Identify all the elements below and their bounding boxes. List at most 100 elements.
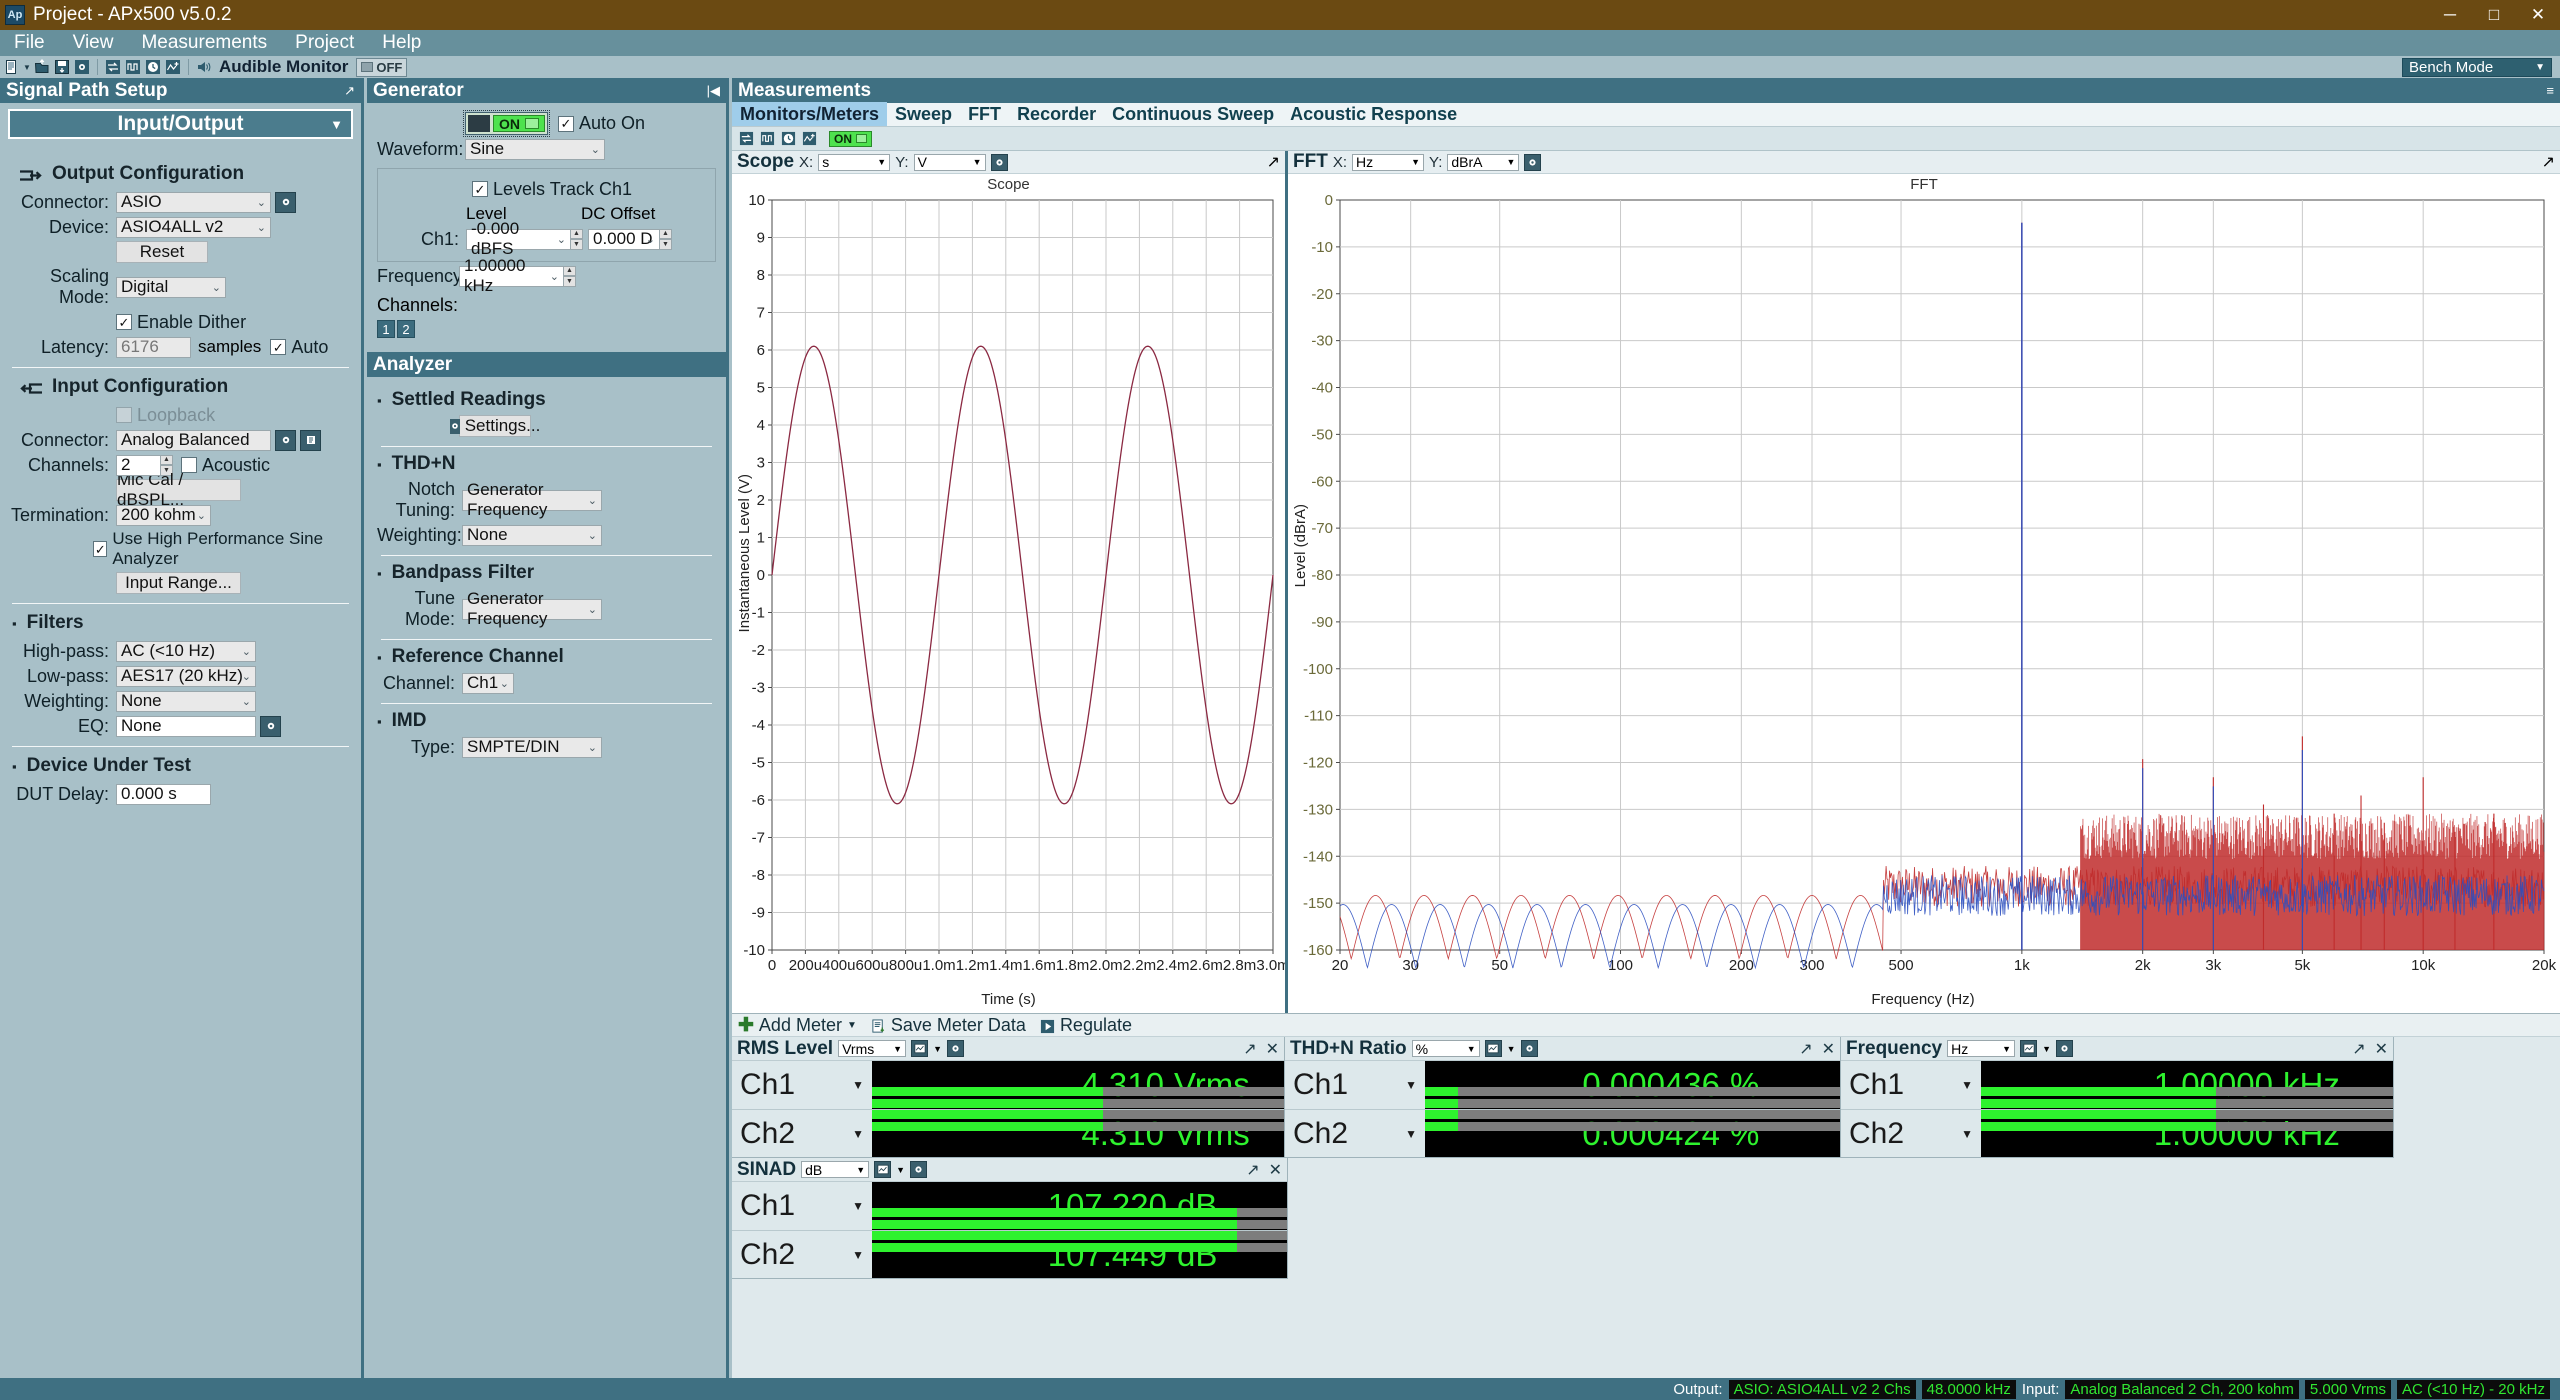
generator-channel-2-button[interactable]: 2	[397, 320, 415, 338]
scope-x-unit-select[interactable]: s ▼	[818, 153, 891, 171]
meter-channel-selector[interactable]: Ch2 ▼	[1841, 1110, 1981, 1157]
meter-settings-gear-icon[interactable]	[2056, 1040, 2074, 1057]
meter-unit-select[interactable]: % ▼	[1411, 1040, 1480, 1057]
meter-unit-select[interactable]: Hz ▼	[1947, 1040, 2016, 1057]
waveform-icon[interactable]	[124, 58, 142, 76]
meter-channel-selector[interactable]: Ch1 ▼	[1285, 1061, 1425, 1109]
frequency-input[interactable]: 1.00000 kHz ⌄	[459, 256, 564, 295]
tab-acoustic-response[interactable]: Acoustic Response	[1282, 102, 1465, 126]
meter-unit-select[interactable]: dB ▼	[801, 1161, 870, 1178]
menu-help[interactable]: Help	[368, 30, 435, 56]
tab-recorder[interactable]: Recorder	[1009, 102, 1104, 126]
meter-graph-icon[interactable]	[2020, 1040, 2038, 1057]
audible-monitor-toggle[interactable]: OFF	[356, 57, 408, 77]
latency-input[interactable]: 6176	[116, 336, 191, 358]
clock-icon[interactable]	[779, 130, 797, 148]
menu-file[interactable]: File	[0, 30, 59, 56]
meter-graph-icon[interactable]	[1484, 1040, 1502, 1057]
output-connector-config-icon[interactable]	[275, 191, 296, 213]
levels-track-checkbox[interactable]: ✓ Levels Track Ch1	[472, 179, 632, 200]
scope-y-unit-select[interactable]: V ▼	[913, 153, 986, 171]
meter-close-icon[interactable]: ✕	[1822, 1039, 1835, 1059]
popout-icon[interactable]: ↗	[344, 83, 355, 99]
menu-view[interactable]: View	[59, 30, 128, 56]
signal-path-icon[interactable]	[737, 130, 755, 148]
termination-select[interactable]: 200 kohm ⌄	[116, 504, 211, 526]
tab-continuous-sweep[interactable]: Continuous Sweep	[1104, 102, 1282, 126]
stepper-up-icon[interactable]: ▲	[659, 228, 672, 239]
scaling-mode-select[interactable]: Digital ⌄	[116, 276, 226, 298]
lowpass-select[interactable]: AES17 (20 kHz) ⌄	[116, 665, 256, 687]
speaker-icon[interactable]	[195, 58, 213, 76]
meter-popout-icon[interactable]: ↗	[2352, 1039, 2365, 1059]
latency-auto-checkbox[interactable]: ✓ Auto	[270, 337, 328, 358]
meter-close-icon[interactable]: ✕	[1266, 1039, 1279, 1059]
stepper-down-icon[interactable]: ▼	[659, 239, 672, 250]
tab-monitors-meters[interactable]: Monitors/Meters	[732, 102, 888, 126]
thdn-weighting-select[interactable]: None ⌄	[462, 524, 602, 546]
stepper-up-icon[interactable]: ▲	[563, 265, 576, 276]
maximize-icon[interactable]: □	[2472, 0, 2516, 30]
meter-graph-icon[interactable]	[911, 1040, 929, 1057]
generator-channel-1-button[interactable]: 1	[377, 320, 395, 338]
meter-channel-selector[interactable]: Ch1 ▼	[732, 1182, 872, 1230]
meter-popout-icon[interactable]: ↗	[1243, 1039, 1256, 1059]
signal-monitor-icon[interactable]	[164, 58, 182, 76]
menu-project[interactable]: Project	[281, 30, 368, 56]
mic-cal-button[interactable]: Mic Cal / dBSPL...	[116, 470, 241, 509]
tab-fft[interactable]: FFT	[960, 102, 1009, 126]
frequency-stepper[interactable]: ▲ ▼	[563, 265, 576, 287]
meter-channel-selector[interactable]: Ch2 ▼	[732, 1231, 872, 1278]
regulate-button[interactable]: Regulate	[1040, 1015, 1132, 1036]
eq-field[interactable]: None	[116, 715, 256, 737]
meter-settings-gear-icon[interactable]	[910, 1161, 928, 1178]
meter-close-icon[interactable]: ✕	[2375, 1039, 2388, 1059]
ch1-level-input[interactable]: -0.000 dBFS ⌄	[466, 219, 571, 258]
bench-mode-selector[interactable]: Bench Mode ▼	[2402, 58, 2552, 77]
stepper-up-icon[interactable]: ▲	[160, 454, 173, 465]
scope-settings-gear-icon[interactable]	[990, 153, 1008, 171]
eq-config-gear-icon[interactable]	[260, 715, 281, 737]
input-connector-extra-icon[interactable]	[300, 429, 321, 451]
meter-unit-select[interactable]: Vrms ▼	[838, 1040, 907, 1057]
input-connector-select[interactable]: Analog Balanced	[116, 429, 271, 451]
meter-channel-selector[interactable]: Ch1 ▼	[732, 1061, 872, 1109]
imd-type-select[interactable]: SMPTE/DIN ⌄	[462, 736, 602, 758]
meter-settings-gear-icon[interactable]	[947, 1040, 965, 1057]
meter-close-icon[interactable]: ✕	[1269, 1160, 1282, 1180]
fft-y-unit-select[interactable]: dBrA ▼	[1447, 153, 1520, 171]
meter-channel-selector[interactable]: Ch2 ▼	[732, 1110, 872, 1157]
output-connector-select[interactable]: ASIO ⌄	[116, 191, 271, 213]
filter-weighting-select[interactable]: None ⌄	[116, 690, 256, 712]
meter-popout-icon[interactable]: ↗	[1799, 1039, 1812, 1059]
fft-x-unit-select[interactable]: Hz ▼	[1352, 153, 1425, 171]
clock-icon[interactable]	[144, 58, 162, 76]
meter-channel-selector[interactable]: Ch2 ▼	[1285, 1110, 1425, 1157]
minimize-icon[interactable]: ─	[2428, 0, 2472, 30]
monitor-power-toggle[interactable]: ON	[829, 130, 872, 147]
signal-path-icon[interactable]	[104, 58, 122, 76]
input-range-button[interactable]: Input Range...	[116, 572, 241, 594]
open-icon[interactable]	[33, 58, 51, 76]
measurements-menu-icon[interactable]: ≡	[2546, 83, 2554, 98]
close-icon[interactable]: ✕	[2516, 0, 2560, 30]
input-channels-input[interactable]: 2	[116, 454, 161, 476]
stepper-down-icon[interactable]: ▼	[570, 239, 583, 250]
meter-popout-icon[interactable]: ↗	[1246, 1160, 1259, 1180]
enable-dither-checkbox[interactable]: ✓ Enable Dither	[116, 312, 246, 333]
loopback-checkbox[interactable]: Loopback	[116, 405, 215, 426]
generator-power-toggle[interactable]: ON	[463, 110, 550, 137]
waveform-select[interactable]: Sine ⌄	[465, 138, 605, 160]
new-document-dropdown-icon[interactable]: ▼	[23, 58, 31, 76]
stepper-down-icon[interactable]: ▼	[563, 276, 576, 287]
ref-channel-select[interactable]: Ch1 ⌄	[462, 672, 514, 694]
input-connector-config-icon[interactable]	[275, 429, 296, 451]
notch-tuning-select[interactable]: Generator Frequency ⌄	[462, 480, 602, 519]
meter-settings-gear-icon[interactable]	[1520, 1040, 1538, 1057]
new-document-icon[interactable]	[3, 58, 21, 76]
fft-popout-icon[interactable]: ↗	[2542, 152, 2555, 172]
signal-path-selector[interactable]: Input/Output ▼	[8, 109, 353, 139]
dut-delay-input[interactable]: 0.000 s	[116, 783, 211, 805]
tune-mode-select[interactable]: Generator Frequency ⌄	[462, 589, 602, 628]
collapse-left-icon[interactable]: |◀	[707, 83, 720, 99]
